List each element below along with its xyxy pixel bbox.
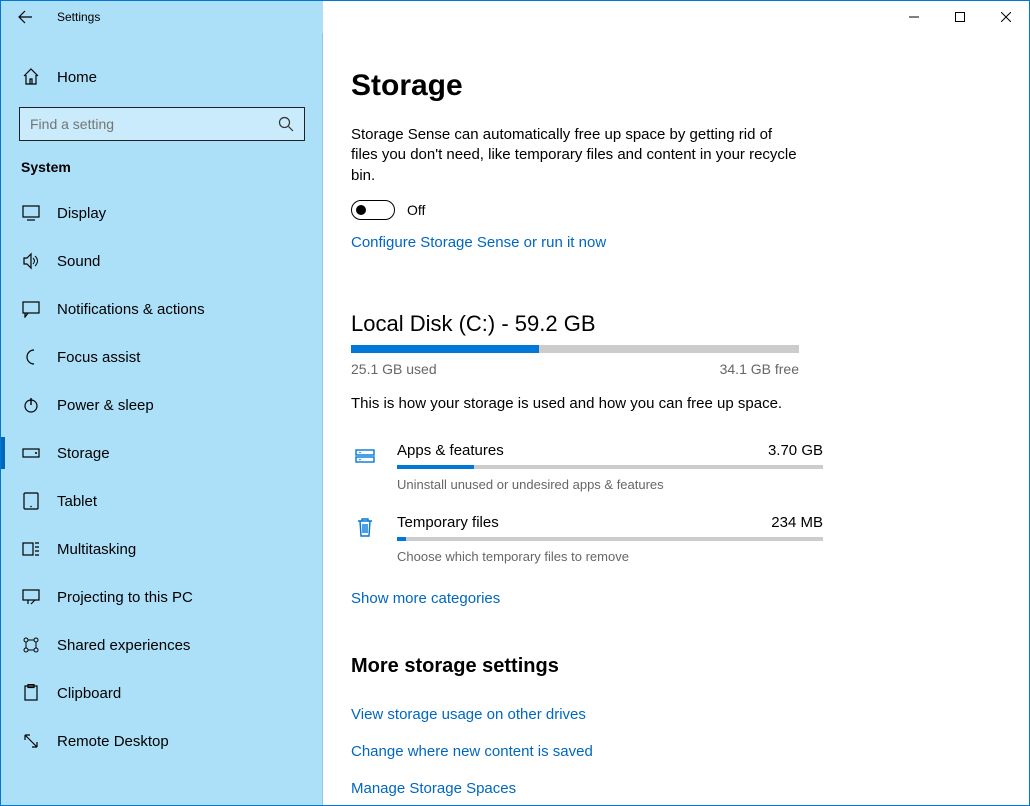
- search-box[interactable]: [19, 107, 305, 141]
- clipboard-icon: [21, 684, 41, 702]
- toggle-knob: [356, 205, 366, 215]
- disk-meta: 25.1 GB used 34.1 GB free: [351, 361, 799, 377]
- nav-label: Sound: [57, 253, 100, 270]
- sound-icon: [21, 252, 41, 270]
- category-size: 234 MB: [771, 514, 823, 531]
- disk-free-label: 34.1 GB free: [720, 361, 799, 377]
- nav-label: Remote Desktop: [57, 733, 169, 750]
- manage-storage-spaces-link[interactable]: Manage Storage Spaces: [351, 780, 1001, 797]
- power-icon: [21, 396, 41, 414]
- minimize-icon: [909, 12, 919, 22]
- apps-icon: [351, 442, 379, 466]
- nav-list: Display Sound Notifications & actions Fo…: [1, 189, 323, 765]
- category-header: System: [1, 159, 323, 189]
- category-name: Apps & features: [397, 442, 504, 459]
- titlebar-right: [323, 1, 1029, 33]
- nav-label: Shared experiences: [57, 637, 190, 654]
- more-settings-links: View storage usage on other drives Chang…: [351, 706, 1001, 805]
- category-name: Temporary files: [397, 514, 499, 531]
- titlebar-left: Settings: [1, 1, 323, 33]
- category-bar-fill: [397, 537, 406, 541]
- show-more-categories-link[interactable]: Show more categories: [351, 590, 500, 607]
- nav-label: Notifications & actions: [57, 301, 205, 318]
- category-apps-features[interactable]: Apps & features 3.70 GB Uninstall unused…: [351, 434, 823, 506]
- toggle-label: Off: [407, 202, 425, 218]
- minimize-button[interactable]: [891, 1, 937, 33]
- shared-exp-icon: [21, 636, 41, 654]
- category-bar: [397, 537, 823, 541]
- nav-power-sleep[interactable]: Power & sleep: [1, 381, 323, 429]
- nav-label: Projecting to this PC: [57, 589, 193, 606]
- home-label: Home: [57, 69, 97, 86]
- projecting-icon: [21, 588, 41, 606]
- home-icon: [21, 68, 41, 86]
- maximize-button[interactable]: [937, 1, 983, 33]
- disk-usage-bar-used: [351, 345, 539, 353]
- nav-sound[interactable]: Sound: [1, 237, 323, 285]
- nav-clipboard[interactable]: Clipboard: [1, 669, 323, 717]
- search-input[interactable]: [30, 116, 278, 132]
- category-bar: [397, 465, 823, 469]
- view-other-drives-link[interactable]: View storage usage on other drives: [351, 706, 1001, 723]
- storage-sense-description: Storage Sense can automatically free up …: [351, 125, 801, 186]
- nav-label: Storage: [57, 445, 110, 462]
- nav-multitasking[interactable]: Multitasking: [1, 525, 323, 573]
- settings-window: Settings Home: [0, 0, 1030, 806]
- configure-storage-sense-link[interactable]: Configure Storage Sense or run it now: [351, 234, 606, 251]
- nav-display[interactable]: Display: [1, 189, 323, 237]
- category-temp-files[interactable]: Temporary files 234 MB Choose which temp…: [351, 506, 823, 578]
- multitasking-icon: [21, 540, 41, 558]
- category-sub: Uninstall unused or undesired apps & fea…: [397, 477, 823, 492]
- disk-used-label: 25.1 GB used: [351, 361, 437, 377]
- content-pane: Storage Storage Sense can automatically …: [323, 33, 1029, 805]
- trash-icon: [351, 514, 379, 538]
- focus-assist-icon: [21, 348, 41, 366]
- nav-shared-exp[interactable]: Shared experiences: [1, 621, 323, 669]
- category-body: Apps & features 3.70 GB Uninstall unused…: [397, 442, 823, 492]
- storage-sense-toggle-row: Off: [351, 200, 1001, 220]
- app-title: Settings: [57, 10, 100, 24]
- remote-desktop-icon: [21, 732, 41, 750]
- close-icon: [1001, 12, 1011, 22]
- page-title: Storage: [351, 69, 1001, 103]
- nav-label: Focus assist: [57, 349, 140, 366]
- change-save-location-link[interactable]: Change where new content is saved: [351, 743, 1001, 760]
- storage-sense-toggle[interactable]: [351, 200, 395, 220]
- nav-storage[interactable]: Storage: [1, 429, 323, 477]
- nav-tablet[interactable]: Tablet: [1, 477, 323, 525]
- maximize-icon: [955, 12, 965, 22]
- notifications-icon: [21, 300, 41, 318]
- category-body: Temporary files 234 MB Choose which temp…: [397, 514, 823, 564]
- titlebar: Settings: [1, 1, 1029, 33]
- nav-label: Tablet: [57, 493, 97, 510]
- category-bar-fill: [397, 465, 474, 469]
- category-sub: Choose which temporary files to remove: [397, 549, 823, 564]
- nav-remote-desktop[interactable]: Remote Desktop: [1, 717, 323, 765]
- close-button[interactable]: [983, 1, 1029, 33]
- home-button[interactable]: Home: [1, 57, 323, 97]
- nav-projecting[interactable]: Projecting to this PC: [1, 573, 323, 621]
- nav-label: Clipboard: [57, 685, 121, 702]
- body: Home System Display Sound Notificatio: [1, 33, 1029, 805]
- disk-description: This is how your storage is used and how…: [351, 395, 1001, 412]
- nav-label: Display: [57, 205, 106, 222]
- arrow-left-icon: [17, 9, 33, 25]
- display-icon: [21, 204, 41, 222]
- sidebar-divider: [322, 33, 323, 805]
- nav-notifications[interactable]: Notifications & actions: [1, 285, 323, 333]
- storage-icon: [21, 444, 41, 462]
- more-settings-title: More storage settings: [351, 655, 1001, 678]
- nav-label: Power & sleep: [57, 397, 154, 414]
- search-icon: [278, 116, 294, 132]
- disk-usage-bar: [351, 345, 799, 353]
- back-button[interactable]: [1, 1, 49, 33]
- nav-focus-assist[interactable]: Focus assist: [1, 333, 323, 381]
- sidebar: Home System Display Sound Notificatio: [1, 33, 323, 805]
- nav-label: Multitasking: [57, 541, 136, 558]
- category-size: 3.70 GB: [768, 442, 823, 459]
- disk-title: Local Disk (C:) - 59.2 GB: [351, 311, 1001, 337]
- tablet-icon: [21, 492, 41, 510]
